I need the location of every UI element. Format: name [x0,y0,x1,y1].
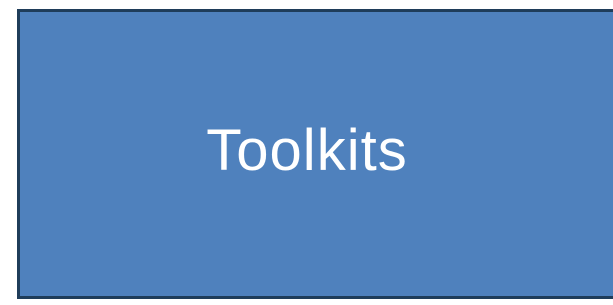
toolkits-label: Toolkits [206,117,408,183]
toolkits-box: Toolkits [17,9,613,299]
diagram-canvas: Toolkits [0,0,613,305]
